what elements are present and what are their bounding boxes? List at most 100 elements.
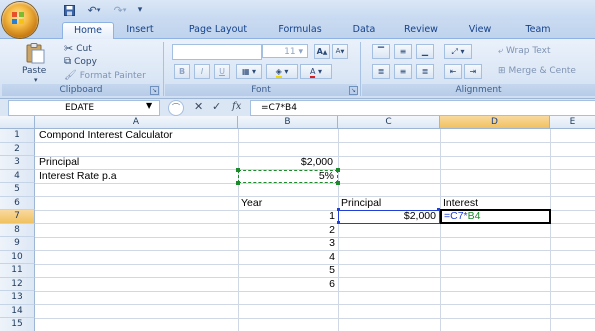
cut-button[interactable]: ✂ Cut bbox=[64, 42, 92, 55]
cell-b7[interactable]: 1 bbox=[238, 210, 338, 224]
tab-team[interactable]: Team bbox=[518, 22, 558, 38]
range-handle[interactable] bbox=[336, 167, 340, 172]
formula-ref-c7: =C7* bbox=[444, 210, 468, 222]
paste-button[interactable]: Paste bbox=[22, 66, 46, 76]
cell-b9[interactable]: 3 bbox=[238, 237, 338, 251]
tab-formulas[interactable]: Formulas bbox=[270, 22, 330, 38]
cell-b4[interactable]: 5% bbox=[238, 169, 338, 183]
row-header-9[interactable]: 9 bbox=[0, 237, 35, 251]
italic-button[interactable]: I bbox=[194, 64, 210, 79]
cell-a1[interactable]: Compond Interest Calculator bbox=[39, 129, 173, 143]
align-middle-icon[interactable]: ≡ bbox=[394, 44, 412, 59]
align-right-icon[interactable]: ≣ bbox=[416, 64, 434, 79]
row-header-1[interactable]: 1 bbox=[0, 129, 35, 143]
column-header-e[interactable]: E bbox=[550, 116, 595, 129]
column-header-a[interactable]: A bbox=[35, 116, 238, 129]
orientation-icon[interactable]: ⤢ ▾ bbox=[444, 44, 472, 59]
row-header-2[interactable]: 2 bbox=[0, 142, 35, 156]
paste-dropdown-icon[interactable]: ▾ bbox=[34, 76, 38, 84]
font-label-text: Font bbox=[251, 85, 271, 95]
insert-function-icon[interactable]: fx bbox=[232, 100, 241, 114]
cancel-icon[interactable]: ✕ bbox=[194, 100, 203, 114]
tab-insert[interactable]: Insert bbox=[118, 22, 162, 38]
range-handle[interactable] bbox=[336, 181, 340, 185]
tab-data[interactable]: Data bbox=[346, 22, 382, 38]
shrink-font-button[interactable]: A▼ bbox=[332, 44, 348, 59]
redo-icon[interactable]: ↷ ▾ bbox=[110, 3, 130, 17]
clipboard-label-text: Clipboard bbox=[59, 85, 103, 95]
formula-dropdown-icon[interactable]: ⌒ bbox=[168, 100, 184, 116]
formula-input[interactable]: =C7*B4 bbox=[250, 100, 595, 116]
range-handle[interactable] bbox=[236, 167, 240, 172]
save-icon[interactable] bbox=[62, 3, 76, 17]
fill-color-button[interactable]: ◈ ▾ bbox=[266, 64, 298, 79]
cell-c7[interactable]: $2,000 bbox=[338, 210, 440, 224]
wrap-text-button[interactable]: ⤶ Wrap Text bbox=[498, 46, 551, 56]
align-left-icon[interactable]: ≣ bbox=[372, 64, 390, 79]
name-box-dropdown-icon[interactable]: ▼ bbox=[146, 101, 152, 110]
cell-a3[interactable]: Principal bbox=[39, 156, 79, 170]
scissors-icon: ✂ bbox=[64, 42, 74, 55]
row-header-15[interactable]: 15 bbox=[0, 318, 35, 331]
font-size-combo[interactable]: 11 ▾ bbox=[262, 44, 308, 58]
merge-center-button[interactable]: ⊞ Merge & Cente bbox=[498, 66, 576, 76]
column-header-c[interactable]: C bbox=[338, 116, 440, 129]
undo-icon[interactable]: ↶ ▾ bbox=[84, 3, 104, 17]
tab-view[interactable]: View bbox=[462, 22, 498, 38]
font-launcher-icon[interactable]: ↘ bbox=[349, 86, 358, 95]
format-painter-button[interactable]: 🖌 Format Painter bbox=[64, 70, 146, 81]
cell-c6[interactable]: Principal bbox=[341, 197, 381, 211]
cell-b11[interactable]: 5 bbox=[238, 264, 338, 278]
tab-review[interactable]: Review bbox=[398, 22, 444, 38]
cell-b3[interactable]: $2,000 bbox=[238, 156, 336, 170]
row-header-8[interactable]: 8 bbox=[0, 223, 35, 237]
font-size-value: 11 bbox=[284, 47, 296, 57]
cell-b8[interactable]: 2 bbox=[238, 224, 338, 238]
copy-button[interactable]: ⧉ Copy bbox=[64, 56, 97, 67]
customize-icon[interactable]: ▾ bbox=[134, 3, 146, 17]
enter-checkmark-icon[interactable]: ✓ bbox=[212, 100, 221, 114]
copy-label: Copy bbox=[74, 56, 97, 67]
cell-d7-active[interactable]: =C7*B4 bbox=[440, 209, 551, 224]
merge-label: Merge & Cente bbox=[508, 66, 576, 76]
cell-b12[interactable]: 6 bbox=[238, 278, 338, 292]
name-box[interactable]: EDATE bbox=[8, 100, 160, 116]
bold-button[interactable]: B bbox=[174, 64, 190, 79]
cell-b10[interactable]: 4 bbox=[238, 251, 338, 265]
row-header-13[interactable]: 13 bbox=[0, 291, 35, 305]
cell-d6[interactable]: Interest bbox=[443, 197, 478, 211]
column-header-d[interactable]: D bbox=[440, 116, 550, 129]
row-header-4[interactable]: 4 bbox=[0, 169, 35, 183]
tab-page-layout[interactable]: Page Layout bbox=[180, 22, 256, 38]
group-divider bbox=[163, 42, 164, 96]
range-handle[interactable] bbox=[337, 208, 340, 211]
grow-font-button[interactable]: A▲ bbox=[314, 44, 330, 59]
align-bottom-icon[interactable]: ▁ bbox=[416, 44, 434, 59]
align-center-icon[interactable]: ≡ bbox=[394, 64, 412, 79]
column-header-b[interactable]: B bbox=[238, 116, 338, 129]
tab-home[interactable]: Home bbox=[62, 22, 114, 39]
row-header-7[interactable]: 7 bbox=[0, 210, 35, 224]
range-handle[interactable] bbox=[236, 181, 240, 185]
format-painter-label: Format Painter bbox=[79, 70, 146, 81]
underline-button[interactable]: U bbox=[214, 64, 230, 79]
align-top-icon[interactable]: ▔ bbox=[372, 44, 390, 59]
row-header-3[interactable]: 3 bbox=[0, 156, 35, 170]
select-all-corner[interactable] bbox=[0, 116, 35, 129]
clipboard-launcher-icon[interactable]: ↘ bbox=[150, 86, 159, 95]
row-header-11[interactable]: 11 bbox=[0, 264, 35, 278]
decrease-indent-icon[interactable]: ⇤ bbox=[444, 64, 462, 79]
paste-icon[interactable] bbox=[24, 42, 46, 64]
borders-button[interactable]: ▦ ▾ bbox=[236, 64, 262, 79]
row-header-14[interactable]: 14 bbox=[0, 304, 35, 318]
font-name-combo[interactable] bbox=[172, 44, 262, 60]
row-header-10[interactable]: 10 bbox=[0, 250, 35, 264]
font-color-button[interactable]: A ▾ bbox=[300, 64, 332, 79]
borders-icon: ▦ ▾ bbox=[241, 67, 257, 76]
cell-a4[interactable]: Interest Rate p.a bbox=[39, 170, 117, 184]
increase-indent-icon[interactable]: ⇥ bbox=[464, 64, 482, 79]
cell-b6[interactable]: Year bbox=[241, 197, 262, 211]
row-header-6[interactable]: 6 bbox=[0, 196, 35, 210]
row-header-5[interactable]: 5 bbox=[0, 183, 35, 197]
row-header-12[interactable]: 12 bbox=[0, 277, 35, 291]
